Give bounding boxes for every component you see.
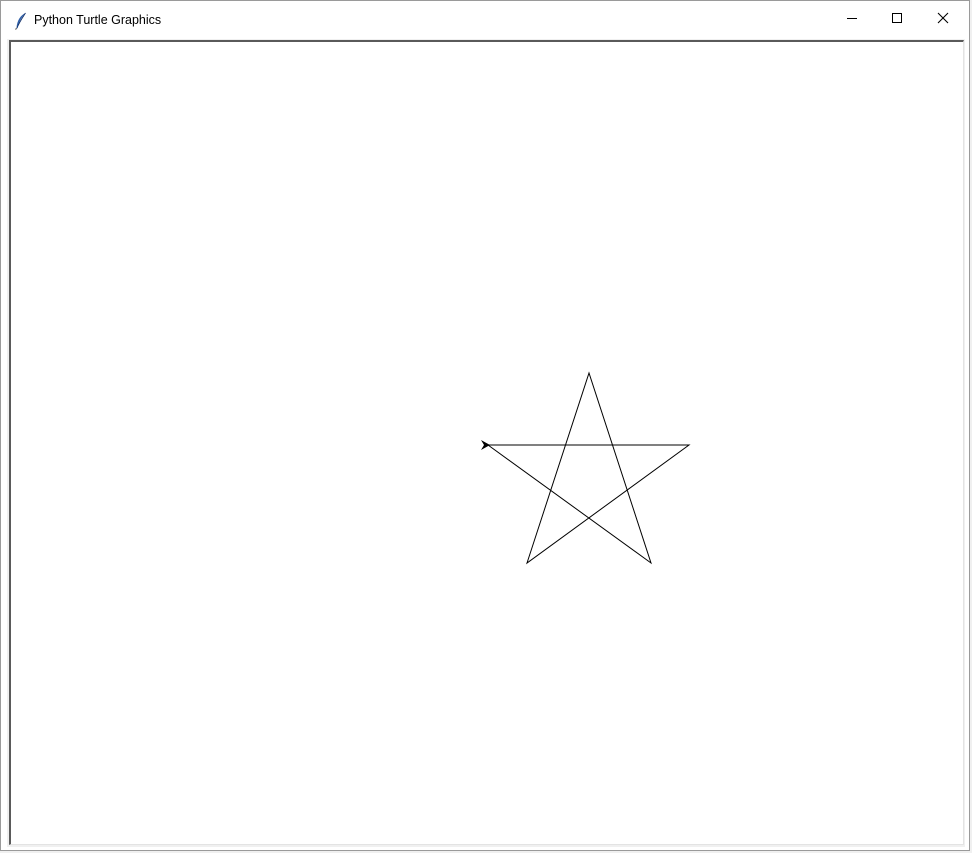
close-icon	[937, 11, 949, 29]
star-path	[487, 371, 691, 565]
feather-icon	[14, 12, 28, 30]
close-button[interactable]	[920, 1, 966, 39]
minimize-button[interactable]	[829, 1, 875, 39]
maximize-button[interactable]	[874, 1, 920, 39]
title-bar[interactable]: Python Turtle Graphics	[1, 1, 969, 39]
turtle-drawing	[481, 371, 691, 565]
maximize-icon	[891, 11, 903, 29]
turtle-canvas[interactable]	[9, 40, 964, 845]
turtle-window: Python Turtle Graphics	[0, 0, 970, 851]
turtle-cursor-icon	[481, 440, 490, 450]
window-title: Python Turtle Graphics	[34, 13, 162, 27]
minimize-icon	[846, 11, 858, 29]
